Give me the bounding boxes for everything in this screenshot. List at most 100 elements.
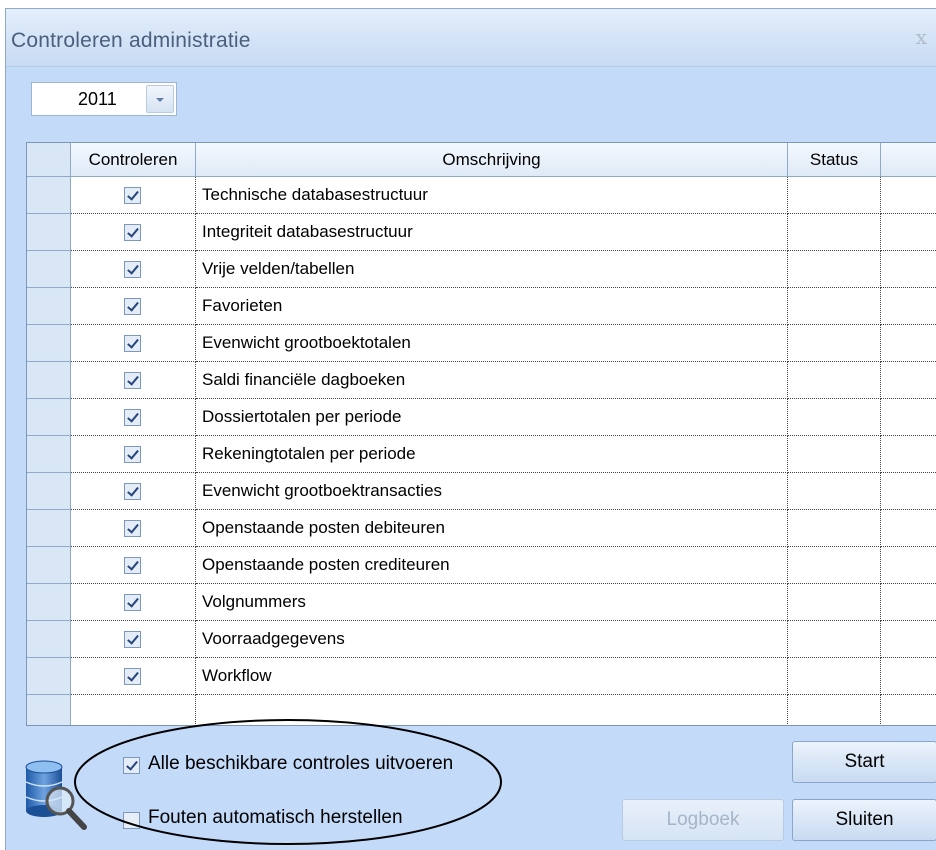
row-selector[interactable] [27, 621, 71, 658]
check-cell [71, 325, 196, 362]
table-row[interactable]: Favorieten [27, 288, 936, 325]
description-cell: Evenwicht grootboektransacties [196, 473, 788, 510]
table-row[interactable]: Rekeningtotalen per periode [27, 436, 936, 473]
check-cell [71, 288, 196, 325]
table-row-empty[interactable] [27, 695, 936, 725]
row-selector[interactable] [27, 584, 71, 621]
row-selector[interactable] [27, 362, 71, 399]
table-row[interactable]: Openstaande posten crediteuren [27, 547, 936, 584]
row-checkbox[interactable] [124, 261, 141, 278]
row-selector[interactable] [27, 325, 71, 362]
row-checkbox[interactable] [124, 594, 141, 611]
log-button: Logboek [622, 799, 784, 841]
row-selector[interactable] [27, 177, 71, 214]
year-value: 2011 [78, 89, 117, 109]
column-header-description[interactable]: Omschrijving [196, 143, 788, 177]
close-button[interactable]: Sluiten [792, 799, 936, 841]
row-checkbox[interactable] [124, 520, 141, 537]
row-checkbox[interactable] [124, 668, 141, 685]
description-cell: Saldi financiële dagboeken [196, 362, 788, 399]
status-cell [788, 362, 881, 399]
title-bar[interactable]: Controleren administratie x [6, 9, 936, 67]
description-cell: Rekeningtotalen per periode [196, 436, 788, 473]
description-cell [196, 695, 788, 725]
check-cell [71, 547, 196, 584]
row-selector[interactable] [27, 510, 71, 547]
row-selector[interactable] [27, 288, 71, 325]
row-checkbox[interactable] [124, 224, 141, 241]
table-row[interactable]: Workflow [27, 658, 936, 695]
check-cell [71, 362, 196, 399]
column-header-empty [881, 143, 936, 177]
all-checks-label[interactable]: Alle beschikbare controles uitvoeren [148, 753, 453, 775]
status-cell [788, 288, 881, 325]
description-cell: Technische databasestructuur [196, 177, 788, 214]
row-selector[interactable] [27, 473, 71, 510]
extra-cell [881, 251, 936, 288]
table-row[interactable]: Technische databasestructuur [27, 177, 936, 214]
check-cell [71, 621, 196, 658]
row-checkbox[interactable] [124, 557, 141, 574]
row-selector[interactable] [27, 547, 71, 584]
check-cell [71, 214, 196, 251]
table-row[interactable]: Dossiertotalen per periode [27, 399, 936, 436]
row-selector-header [27, 143, 71, 177]
row-checkbox[interactable] [124, 409, 141, 426]
extra-cell [881, 584, 936, 621]
extra-cell [881, 288, 936, 325]
chevron-down-icon [156, 98, 164, 102]
status-cell [788, 621, 881, 658]
row-selector[interactable] [27, 399, 71, 436]
start-button[interactable]: Start [792, 741, 936, 783]
table-row[interactable]: Integriteit databasestructuur [27, 214, 936, 251]
row-checkbox[interactable] [124, 372, 141, 389]
auto-fix-label[interactable]: Fouten automatisch herstellen [148, 807, 403, 829]
row-selector[interactable] [27, 436, 71, 473]
window-title: Controleren administratie [11, 29, 251, 52]
row-selector[interactable] [27, 214, 71, 251]
table-row[interactable]: Evenwicht grootboektotalen [27, 325, 936, 362]
status-cell [788, 214, 881, 251]
row-checkbox[interactable] [124, 335, 141, 352]
row-selector[interactable] [27, 658, 71, 695]
table-row[interactable]: Openstaande posten debiteuren [27, 510, 936, 547]
table-row[interactable]: Vrije velden/tabellen [27, 251, 936, 288]
status-cell [788, 399, 881, 436]
all-checks-checkbox[interactable] [123, 757, 140, 774]
check-cell [71, 584, 196, 621]
status-cell [788, 436, 881, 473]
description-cell: Openstaande posten debiteuren [196, 510, 788, 547]
row-checkbox[interactable] [124, 631, 141, 648]
status-cell [788, 584, 881, 621]
row-checkbox[interactable] [124, 298, 141, 315]
description-cell: Evenwicht grootboektotalen [196, 325, 788, 362]
extra-cell [881, 547, 936, 584]
row-checkbox[interactable] [124, 483, 141, 500]
status-cell [788, 510, 881, 547]
status-cell [788, 251, 881, 288]
table-row[interactable]: Volgnummers [27, 584, 936, 621]
column-header-check[interactable]: Controleren [71, 143, 196, 177]
description-cell: Dossiertotalen per periode [196, 399, 788, 436]
year-dropdown-button[interactable] [146, 85, 174, 113]
row-selector[interactable] [27, 251, 71, 288]
year-combobox[interactable]: 2011 [31, 82, 177, 116]
extra-cell [881, 473, 936, 510]
extra-cell [881, 177, 936, 214]
status-cell [788, 473, 881, 510]
column-header-status[interactable]: Status [788, 143, 881, 177]
description-cell: Integriteit databasestructuur [196, 214, 788, 251]
table-row[interactable]: Saldi financiële dagboeken [27, 362, 936, 399]
check-cell [71, 510, 196, 547]
row-selector[interactable] [27, 695, 71, 725]
check-cell [71, 658, 196, 695]
row-checkbox[interactable] [124, 446, 141, 463]
table-row[interactable]: Evenwicht grootboektransacties [27, 473, 936, 510]
check-cell [71, 399, 196, 436]
table-row[interactable]: Voorraadgegevens [27, 621, 936, 658]
auto-fix-checkbox[interactable] [123, 812, 140, 829]
row-checkbox[interactable] [124, 187, 141, 204]
check-cell [71, 436, 196, 473]
close-icon[interactable]: x [916, 25, 927, 49]
status-cell [788, 547, 881, 584]
